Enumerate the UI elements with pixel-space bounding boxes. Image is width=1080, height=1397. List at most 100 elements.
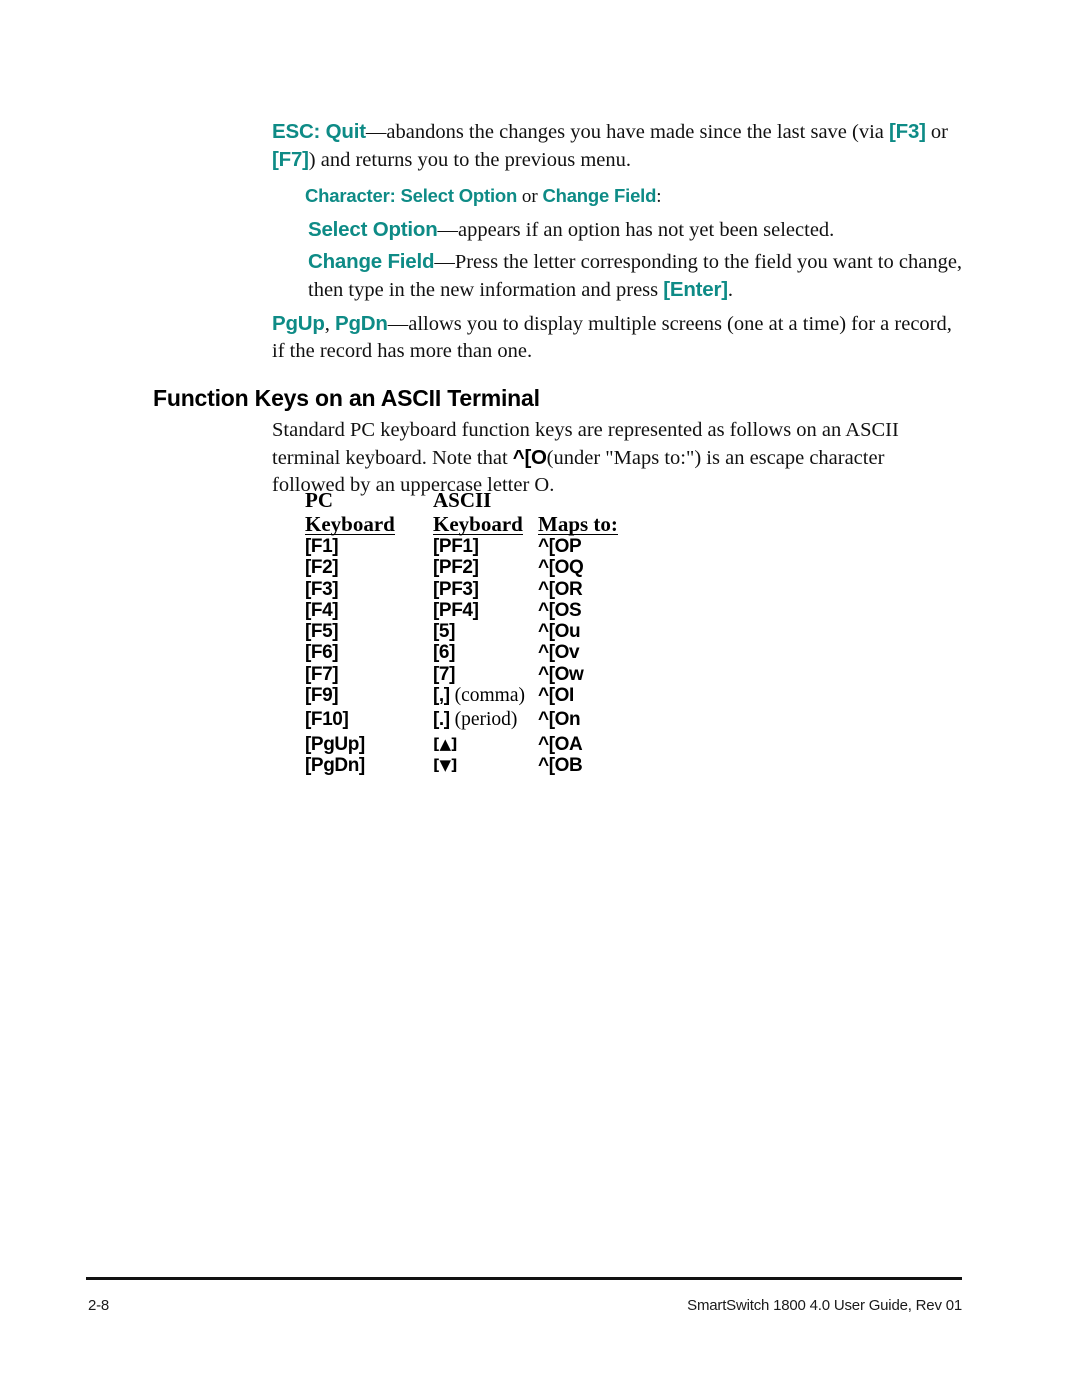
table-row: [F5] [5] ^[Ou	[305, 621, 658, 642]
cell-pc-key: [F2]	[305, 557, 339, 579]
cell-ascii-key-label: [PF4]	[433, 599, 479, 621]
cell-pc-key: [F10]	[305, 709, 349, 731]
document-page: ESC: Quit—abandons the changes you have …	[0, 0, 1080, 1397]
f3-key-label: [F3]	[889, 120, 926, 143]
esc-quit-key-label: ESC: Quit	[272, 120, 366, 143]
table-header-row-bottom: Keyboard Keyboard Maps to:	[305, 512, 658, 536]
pgup-pgdn-paragraph: PgUp, PgDn—allows you to display multipl…	[272, 310, 962, 365]
cell-ascii-key-label: [PF3]	[433, 578, 479, 600]
footer-document-reference: SmartSwitch 1800 4.0 User Guide, Rev 01	[687, 1297, 962, 1314]
select-option-paragraph: Select Option—appears if an option has n…	[308, 216, 968, 244]
select-option-key-label: Select Option	[308, 218, 438, 241]
header-ascii-top: ASCII	[433, 488, 492, 512]
table-body: [F1] [PF1] ^[OP [F2] [PF2] ^[OQ [F3] [PF3] ^[OR[…	[305, 536, 658, 776]
cell-ascii-key: [PF3]	[433, 579, 538, 600]
cell-ascii-key-label: [5]	[433, 621, 456, 643]
table-row: [F9] [,] (comma) ^[OI	[305, 685, 658, 706]
table-row: [PgUp] [▲] ^[OA	[305, 731, 658, 755]
cell-maps-to: ^[Ow	[538, 663, 584, 685]
table-row: [F6] [6] ^[Ov	[305, 642, 658, 663]
esc-quit-paragraph: ESC: Quit—abandons the changes you have …	[272, 118, 962, 174]
cell-maps-to: ^[Ou	[538, 621, 581, 643]
cell-ascii-key: [6]	[433, 642, 538, 663]
cell-pc-key: [F7]	[305, 663, 339, 685]
escape-sequence-literal: ^[O	[512, 446, 547, 469]
cell-pc-key: [PgUp]	[305, 733, 365, 755]
cell-pc-key: [F5]	[305, 621, 339, 643]
cell-maps-to: ^[OI	[538, 685, 574, 707]
cell-ascii-key: [PF4]	[433, 600, 538, 621]
table-row: [F7] [7] ^[Ow	[305, 664, 658, 685]
character-subheading-suffix: Change Field	[542, 185, 657, 206]
pgup-pgdn-comma: ,	[324, 313, 335, 335]
change-field-text-2: .	[727, 279, 734, 301]
header-maps-to: Maps to:	[538, 512, 658, 536]
cell-ascii-key-note: (period)	[449, 709, 518, 731]
cell-ascii-key-label: [6]	[433, 642, 456, 664]
table-row: [PgDn] [▼] ^[OB	[305, 755, 658, 776]
cell-maps-to: ^[OQ	[538, 557, 584, 579]
pgdn-key-label: PgDn	[334, 312, 388, 335]
cell-maps-to: ^[OP	[538, 536, 582, 557]
cell-maps-to: ^[OS	[538, 599, 582, 621]
cell-maps-to: ^[OB	[538, 754, 583, 776]
f7-key-label: [F7]	[272, 148, 309, 171]
cell-pc-key: [F9]	[305, 685, 339, 707]
table-row: [F1] [PF1] ^[OP	[305, 536, 658, 557]
cell-ascii-key-label: [PF1]	[433, 536, 479, 557]
character-subheading-connector: or	[517, 186, 543, 207]
table-row: [F4] [PF4] ^[OS	[305, 600, 658, 621]
table-row: [F3] [PF3] ^[OR	[305, 579, 658, 600]
footer-page-number: 2-8	[88, 1297, 110, 1314]
header-ascii-keyboard-label: Keyboard	[433, 512, 523, 536]
table-header-row-top: PC ASCII	[305, 489, 658, 512]
cell-pc-key: [F6]	[305, 642, 339, 664]
cell-ascii-key: [.] (period)	[433, 706, 538, 730]
table-row: [F2] [PF2] ^[OQ	[305, 557, 658, 578]
cell-ascii-key: [PF1]	[433, 536, 538, 557]
cell-maps-to: ^[Ov	[538, 642, 580, 664]
function-key-mapping-table: PC ASCII Keyboard Keyboard Maps to: [F1]…	[305, 489, 658, 776]
cell-ascii-key: [▲]	[433, 731, 538, 755]
character-subheading: Character: Select Option or Change Field…	[305, 182, 965, 211]
cell-ascii-key-label: [▼]	[433, 755, 458, 774]
cell-ascii-key-label: [▲]	[433, 734, 458, 753]
character-subheading-prefix: Character: Select Option	[305, 185, 518, 206]
character-subheading-colon: :	[656, 186, 662, 207]
section-heading-function-keys: Function Keys on an ASCII Terminal	[153, 385, 540, 412]
esc-quit-text-1: —abandons the changes you have made sinc…	[365, 121, 890, 143]
header-maps-to-label: Maps to:	[538, 512, 618, 536]
cell-ascii-key: [,] (comma)	[433, 685, 538, 706]
cell-ascii-key-label: [,]	[433, 685, 450, 707]
footer-divider	[86, 1277, 962, 1280]
cell-ascii-key-label: [7]	[433, 663, 456, 685]
cell-ascii-key: [PF2]	[433, 557, 538, 578]
table-header: PC ASCII Keyboard Keyboard Maps to:	[305, 489, 658, 536]
cell-maps-to: ^[OA	[538, 733, 583, 755]
cell-ascii-key-note: (comma)	[449, 685, 525, 707]
cell-ascii-key: [▼]	[433, 755, 538, 776]
cell-ascii-key: [5]	[433, 621, 538, 642]
table-row: [F10] [.] (period) ^[On	[305, 706, 658, 730]
cell-maps-to: ^[On	[538, 709, 581, 731]
header-ascii-keyboard: Keyboard	[433, 512, 538, 536]
select-option-text: —appears if an option has not yet been s…	[437, 219, 835, 241]
cell-ascii-key: [7]	[433, 664, 538, 685]
change-field-key-label: Change Field	[308, 250, 435, 273]
cell-pc-key: [F3]	[305, 578, 339, 600]
header-pc-keyboard: Keyboard	[305, 512, 433, 536]
cell-ascii-key-label: [PF2]	[433, 557, 479, 579]
esc-quit-text-or: or	[925, 121, 948, 143]
cell-pc-key: [F4]	[305, 599, 339, 621]
cell-maps-to: ^[OR	[538, 578, 583, 600]
cell-pc-key: [F1]	[305, 536, 339, 557]
header-pc-top: PC	[305, 488, 333, 512]
esc-quit-text-2: ) and returns you to the previous menu.	[308, 149, 632, 171]
change-field-paragraph: Change Field—Press the letter correspond…	[308, 248, 968, 304]
header-pc-keyboard-label: Keyboard	[305, 512, 395, 536]
section-intro-paragraph: Standard PC keyboard function keys are r…	[272, 417, 962, 499]
pgup-key-label: PgUp	[272, 312, 325, 335]
cell-pc-key: [PgDn]	[305, 754, 365, 776]
cell-ascii-key-label: [.]	[433, 709, 450, 731]
header-maps-top	[538, 489, 658, 512]
